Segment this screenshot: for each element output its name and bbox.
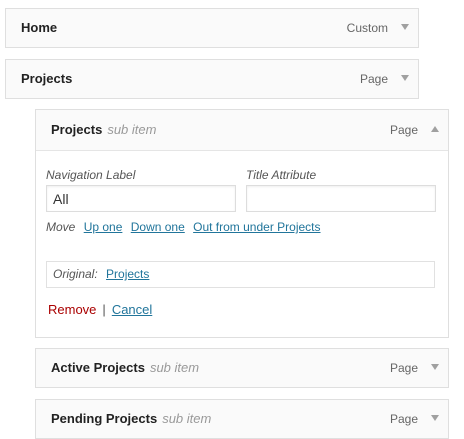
menu-item-type: Page — [389, 361, 418, 375]
move-down-one-link[interactable]: Down one — [131, 220, 185, 234]
title-attribute-label: Title Attribute — [246, 168, 317, 182]
menu-item-active-projects[interactable]: Active Projects sub item Page — [35, 348, 449, 388]
move-row: Move Up one Down one Out from under Proj… — [46, 220, 321, 234]
remove-link[interactable]: Remove — [48, 302, 96, 317]
actions-row: Remove | Cancel — [48, 302, 152, 317]
arrow-down-icon[interactable] — [401, 24, 409, 30]
original-box: Original: Projects — [46, 261, 435, 288]
menu-item-type: Page — [359, 72, 388, 86]
navigation-label-input[interactable] — [46, 185, 236, 212]
cancel-link[interactable]: Cancel — [112, 302, 152, 317]
move-up-one-link[interactable]: Up one — [84, 220, 123, 234]
original-link[interactable]: Projects — [106, 267, 149, 281]
menu-item-handle[interactable]: Projects sub item Page — [36, 110, 448, 151]
menu-item-type: Page — [389, 123, 418, 137]
sub-item-label: sub item — [162, 411, 212, 426]
menu-item-projects[interactable]: Projects Page — [5, 59, 419, 99]
menu-item-home[interactable]: Home Custom — [5, 8, 419, 48]
move-out-from-under-link[interactable]: Out from under Projects — [193, 220, 320, 234]
sub-item-label: sub item — [149, 360, 200, 375]
menu-item-handle[interactable]: Projects Page — [6, 60, 418, 98]
menu-item-handle[interactable]: Active Projects sub item Page — [36, 349, 448, 387]
menu-item-title: Active Projects sub item — [51, 349, 199, 387]
arrow-up-icon[interactable] — [431, 126, 439, 132]
menu-item-type: Custom — [346, 21, 388, 35]
move-label: Move — [46, 220, 76, 234]
menu-item-title-text: Active Projects — [51, 360, 145, 375]
menu-item-projects-sub: Projects sub item Page Navigation Label T… — [35, 109, 449, 338]
separator: | — [102, 302, 106, 317]
menu-item-title-text: Pending Projects — [51, 411, 158, 426]
menu-item-settings: Navigation Label Title Attribute Move Up… — [36, 151, 448, 337]
arrow-down-icon[interactable] — [431, 415, 439, 421]
menu-item-title: Projects sub item — [51, 110, 156, 150]
original-label: Original: — [53, 267, 98, 281]
title-attribute-input[interactable] — [246, 185, 436, 212]
arrow-down-icon[interactable] — [431, 364, 439, 370]
menu-item-pending-projects[interactable]: Pending Projects sub item Page — [35, 399, 449, 439]
menu-item-title-text: Projects — [51, 122, 103, 137]
menu-item-title: Pending Projects sub item — [51, 400, 211, 438]
menu-item-type: Page — [389, 412, 418, 426]
menu-item-handle[interactable]: Home Custom — [6, 9, 418, 47]
menu-item-handle[interactable]: Pending Projects sub item Page — [36, 400, 448, 438]
navigation-label-label: Navigation Label — [46, 168, 136, 182]
menu-item-title: Projects — [21, 71, 73, 86]
menu-item-title: Home — [21, 20, 58, 35]
arrow-down-icon[interactable] — [401, 75, 409, 81]
sub-item-label: sub item — [107, 122, 157, 137]
